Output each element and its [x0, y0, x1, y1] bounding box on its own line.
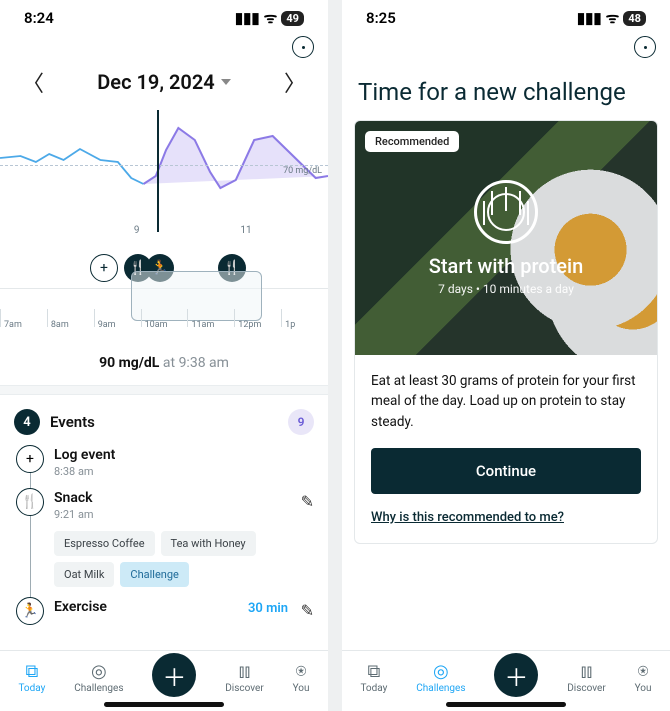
book-icon: ⫾⫾	[239, 663, 251, 681]
tab-you[interactable]: ⍟You	[293, 663, 310, 694]
glucose-chart[interactable]: 70 mg/dL 911 + 🍴 🏃 🍴	[0, 110, 328, 258]
utensils-icon[interactable]: 🍴	[16, 488, 44, 516]
tab-challenges[interactable]: ◎Challenges	[74, 663, 123, 694]
pulse-icon: ⧉	[25, 663, 38, 681]
tab-challenges[interactable]: ◎Challenges	[416, 663, 465, 694]
event-tags: Espresso Coffee Tea with Honey Oat Milk …	[54, 531, 314, 587]
prev-day-button[interactable]: 〈	[14, 60, 52, 104]
events-title: Events	[50, 413, 278, 431]
page-title: Time for a new challenge	[342, 60, 670, 120]
next-day-button[interactable]: 〉	[276, 60, 314, 104]
phone-right: 8:25 ▮▮▮ ᯤ 48 Time for a new challenge R…	[342, 0, 670, 711]
edit-icon[interactable]: ✎	[301, 601, 314, 620]
person-icon: ⍟	[638, 663, 649, 681]
home-indicator[interactable]	[446, 702, 566, 707]
challenge-card: Recommended Start with protein 7 days • …	[354, 120, 658, 544]
challenge-description: Eat at least 30 grams of protein for you…	[371, 371, 641, 432]
reading-value: 90 mg/dL	[99, 355, 159, 371]
running-icon[interactable]: 🏃	[16, 597, 44, 625]
challenge-card-image[interactable]: Recommended Start with protein 7 days • …	[355, 121, 657, 355]
status-bar: 8:25 ▮▮▮ ᯤ 48	[342, 0, 670, 30]
phone-left: 8:24 ▮▮▮ ᯤ 49 〈 Dec 19, 2024 〉 70 mg/dL …	[0, 0, 328, 711]
target-icon[interactable]	[292, 36, 314, 58]
event-time: 9:21 am	[54, 508, 314, 521]
plus-icon[interactable]: +	[16, 445, 44, 473]
chevron-down-icon	[221, 79, 231, 85]
date-label[interactable]: Dec 19, 2024	[97, 70, 230, 94]
challenge-name: Start with protein	[429, 254, 583, 278]
status-bar: 8:24 ▮▮▮ ᯤ 49	[0, 0, 328, 30]
tag[interactable]: Tea with Honey	[161, 531, 256, 556]
wifi-icon: ᯤ	[264, 8, 278, 28]
section-divider	[0, 385, 328, 395]
edit-icon[interactable]: ✎	[301, 492, 314, 511]
chart-svg	[0, 110, 328, 230]
event-label: Snack	[54, 490, 314, 506]
target-icon: ◎	[91, 663, 107, 681]
add-button[interactable]: ＋	[152, 653, 196, 697]
chart-hour-labels: 911	[0, 225, 328, 236]
tag[interactable]: Espresso Coffee	[54, 531, 155, 556]
recommended-badge: Recommended	[365, 131, 459, 152]
current-reading: 90 mg/dL at 9:38 am	[0, 339, 328, 385]
events-header[interactable]: 4 Events 9	[0, 395, 328, 445]
tag-challenge[interactable]: Challenge	[120, 562, 188, 587]
tab-you[interactable]: ⍟You	[635, 663, 652, 694]
battery-icon: 48	[623, 11, 646, 26]
why-recommended-link[interactable]: Why is this recommended to me?	[371, 510, 564, 525]
date-text: Dec 19, 2024	[97, 70, 214, 94]
target-icon: ◎	[433, 663, 449, 681]
book-icon: ⫾⫾	[581, 663, 593, 681]
timeline-ticks: 7am8am9am10am11am12pm1p	[0, 315, 328, 327]
event-duration: 30 min	[248, 601, 288, 616]
events-secondary-badge: 9	[288, 409, 314, 435]
tab-discover[interactable]: ⫾⫾Discover	[225, 663, 264, 694]
event-label: Log event	[54, 447, 314, 463]
events-count-badge: 4	[14, 409, 40, 435]
list-item[interactable]: + Log event 8:38 am	[54, 445, 314, 488]
reference-label: 70 mg/dL	[283, 166, 322, 176]
list-item[interactable]: 🏃 Exercise 30 min ✎	[54, 597, 314, 625]
continue-button[interactable]: Continue	[371, 448, 641, 494]
timeline-window[interactable]	[131, 271, 262, 321]
chart-playhead[interactable]	[157, 110, 159, 232]
events-list: + Log event 8:38 am 🍴 Snack 9:21 am ✎ Es…	[0, 445, 328, 635]
tab-today[interactable]: ⧉Today	[18, 663, 45, 694]
event-time: 8:38 am	[54, 465, 314, 478]
wifi-icon: ᯤ	[606, 8, 620, 28]
tag[interactable]: Oat Milk	[54, 562, 114, 587]
add-button[interactable]: ＋	[494, 653, 538, 697]
pulse-icon: ⧉	[367, 663, 380, 681]
status-indicators: ▮▮▮ ᯤ 49	[235, 8, 304, 28]
clock: 8:24	[24, 9, 54, 27]
clock: 8:25	[366, 9, 396, 27]
date-selector: 〈 Dec 19, 2024 〉	[0, 60, 328, 106]
list-item[interactable]: 🍴 Snack 9:21 am ✎ Espresso Coffee Tea wi…	[54, 488, 314, 597]
protein-icon	[474, 180, 538, 244]
person-icon: ⍟	[296, 663, 307, 681]
signal-icon: ▮▮▮	[235, 9, 260, 27]
battery-icon: 49	[281, 11, 304, 26]
tab-today[interactable]: ⧉Today	[360, 663, 387, 694]
tab-discover[interactable]: ⫾⫾Discover	[567, 663, 606, 694]
home-indicator[interactable]	[104, 702, 224, 707]
reference-line	[0, 165, 328, 166]
status-indicators: ▮▮▮ ᯤ 48	[577, 8, 646, 28]
target-icon[interactable]	[634, 36, 656, 58]
challenge-subtitle: 7 days • 10 minutes a day	[438, 282, 574, 296]
marker-log[interactable]: +	[90, 254, 118, 282]
timeline-strip[interactable]: 7am8am9am10am11am12pm1p	[0, 288, 328, 339]
signal-icon: ▮▮▮	[577, 9, 602, 27]
